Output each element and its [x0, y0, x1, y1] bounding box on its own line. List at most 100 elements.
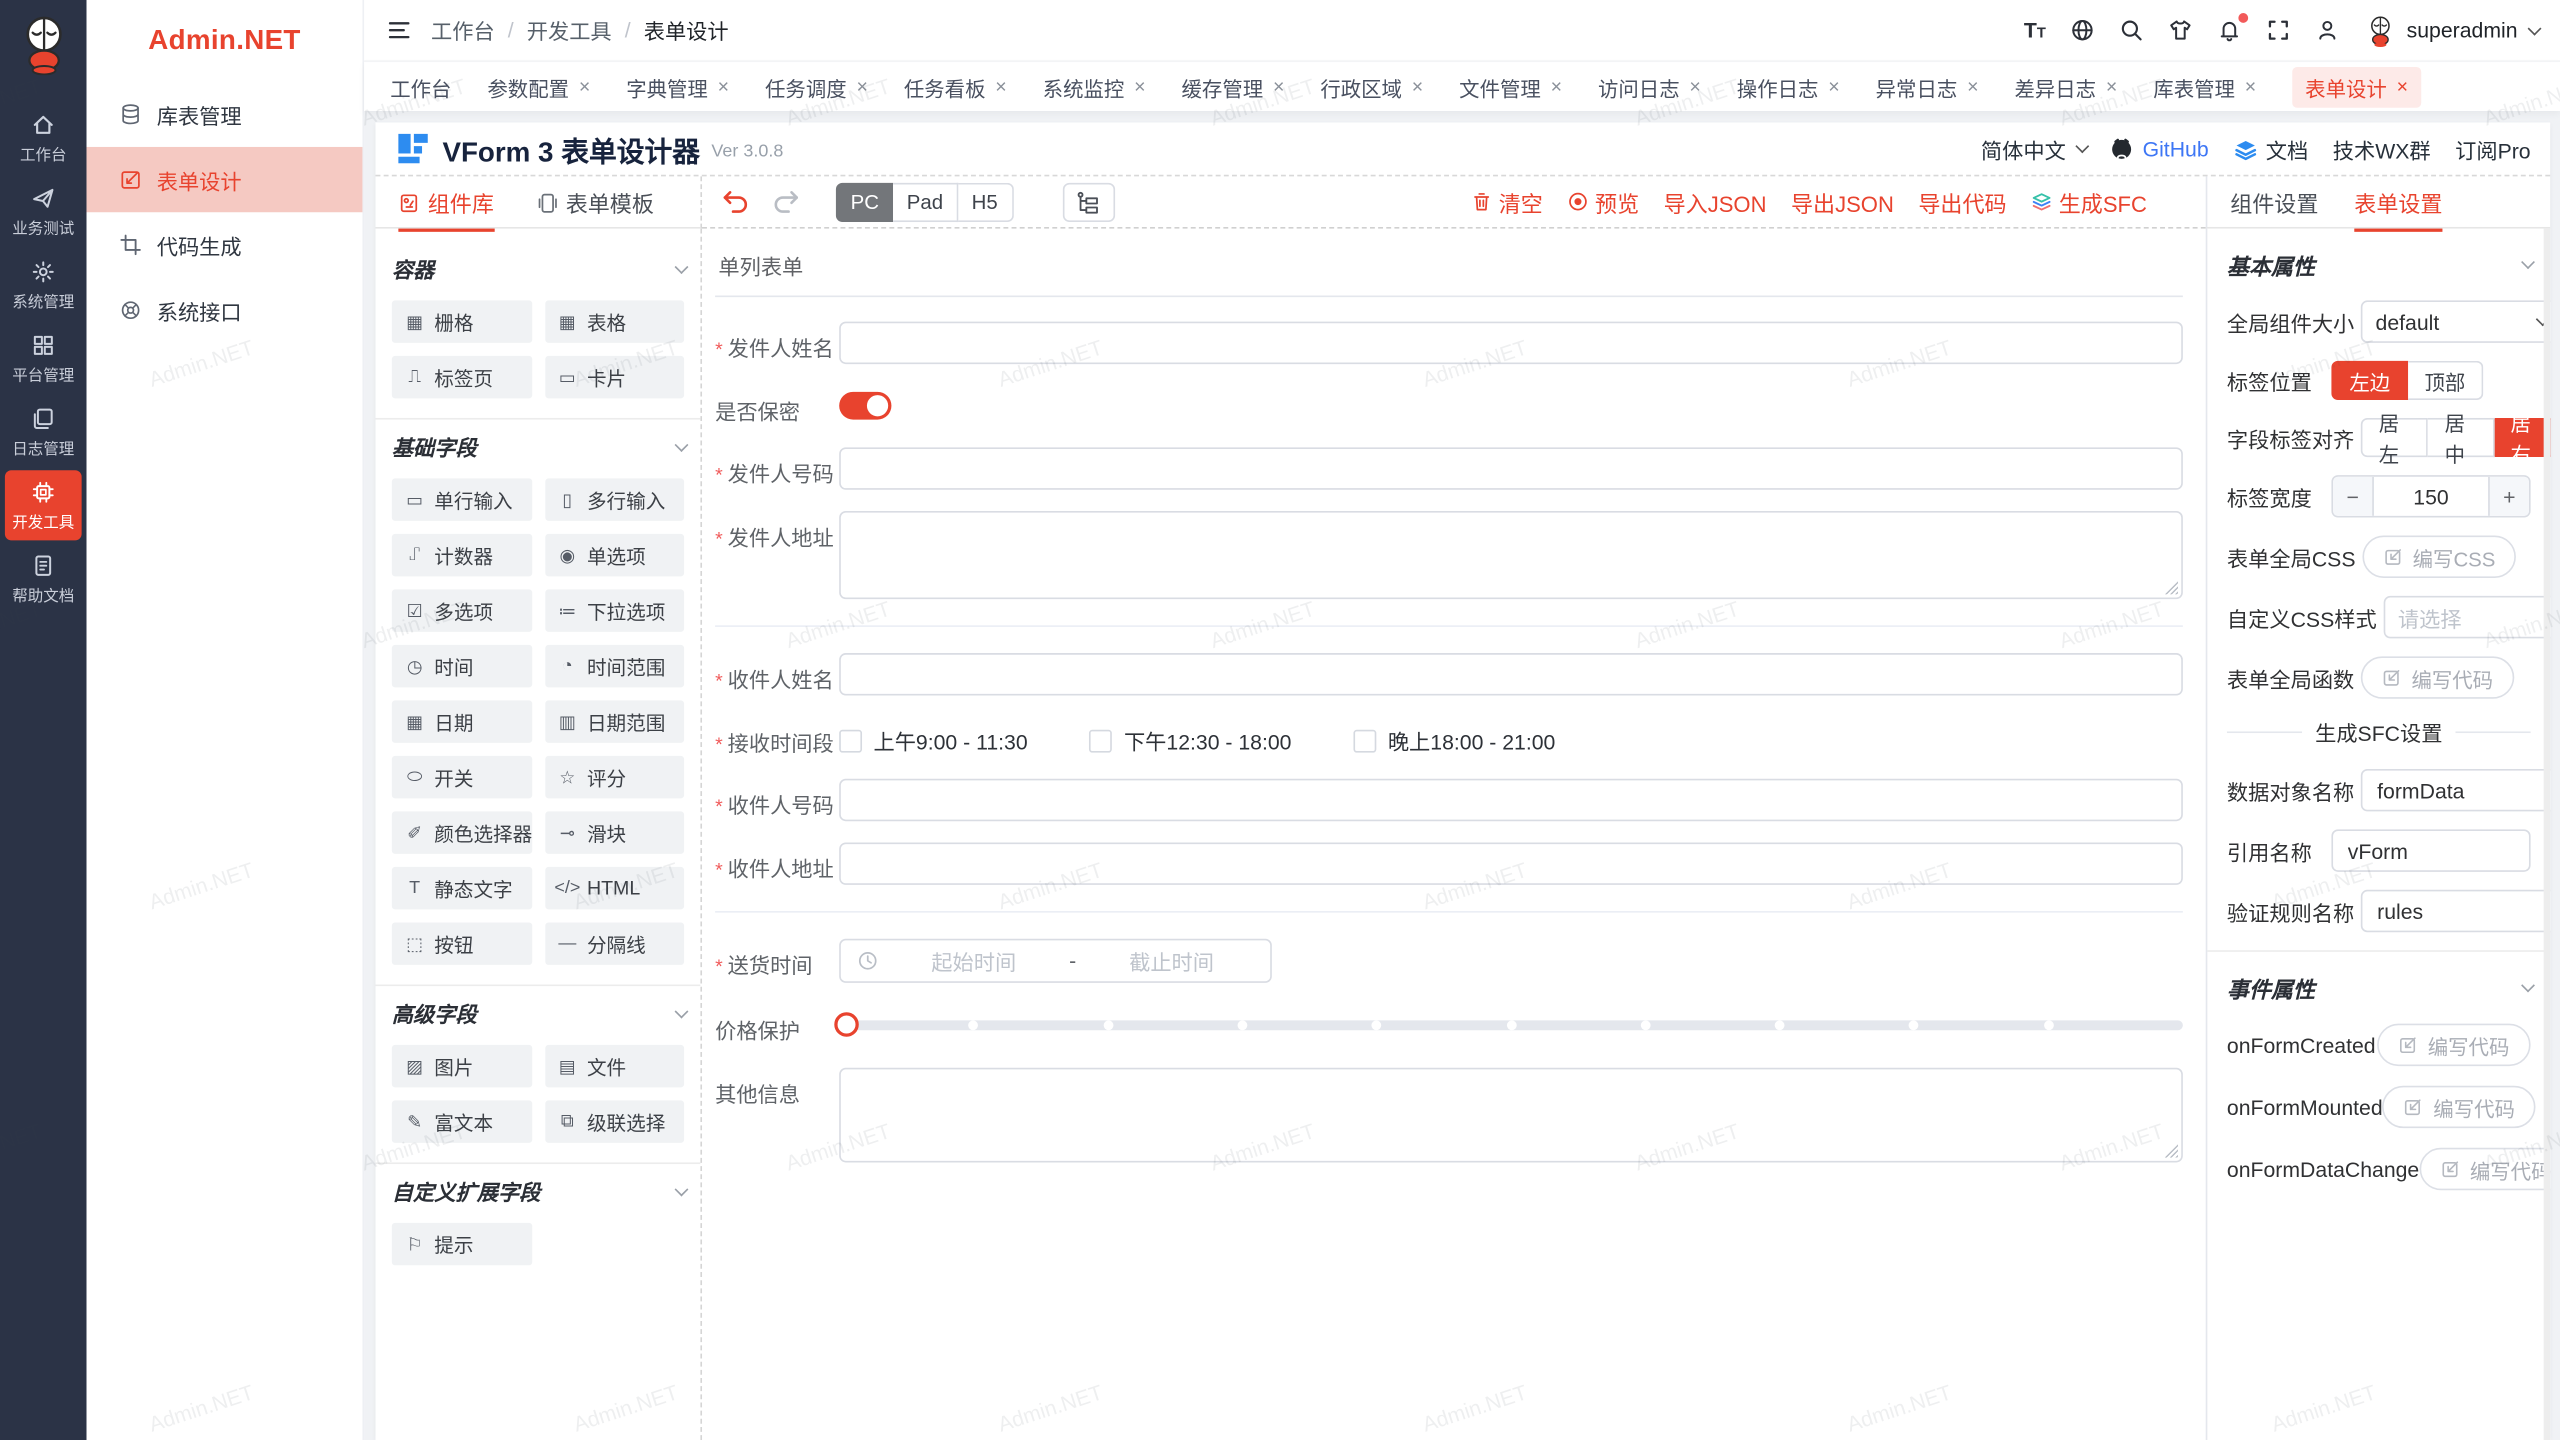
- widget-tabs[interactable]: ⎍标签页: [392, 356, 532, 398]
- close-icon[interactable]: ×: [2106, 75, 2117, 98]
- widget-color[interactable]: ✐颜色选择器: [392, 811, 532, 853]
- close-icon[interactable]: ×: [2245, 75, 2256, 98]
- profile-icon[interactable]: [2315, 18, 2339, 42]
- fullscreen-icon[interactable]: [2266, 18, 2290, 42]
- widget-date[interactable]: ▦日期: [392, 700, 532, 742]
- edit-global-fn-button[interactable]: 编写代码: [2361, 656, 2514, 698]
- widget-cascader[interactable]: ⧉级联选择: [544, 1100, 684, 1142]
- receiver-address-input[interactable]: [839, 842, 2183, 884]
- view-tab[interactable]: 工作台: [390, 71, 451, 102]
- docs-link[interactable]: 文档: [2233, 133, 2308, 164]
- widget-rich-editor[interactable]: ✎富文本: [392, 1100, 532, 1142]
- time-slot-checkbox[interactable]: 下午12:30 - 18:00: [1090, 725, 1292, 756]
- app-logo-mascot[interactable]: [16, 13, 72, 83]
- view-tab[interactable]: 任务调度×: [765, 71, 868, 102]
- secret-toggle[interactable]: [839, 392, 891, 420]
- notification-icon[interactable]: [2217, 18, 2241, 42]
- view-tab[interactable]: 表单设计×: [2292, 66, 2421, 107]
- stepper-minus-button[interactable]: −: [2333, 477, 2374, 516]
- view-tab[interactable]: 系统监控×: [1043, 71, 1146, 102]
- device-h5-button[interactable]: H5: [958, 182, 1014, 221]
- widget-grid[interactable]: ▦栅格: [392, 300, 532, 342]
- widget-textarea[interactable]: ▯多行输入: [544, 478, 684, 520]
- edit-code-button-onFormDataChange[interactable]: 编写代码: [2419, 1148, 2550, 1190]
- tab-widget-settings[interactable]: 组件设置: [2230, 186, 2318, 232]
- receiver-phone-input[interactable]: [839, 779, 2183, 821]
- time-slot-checkbox[interactable]: 上午9:00 - 11:30: [839, 725, 1027, 756]
- close-icon[interactable]: ×: [579, 75, 590, 98]
- action-预览[interactable]: 预览: [1567, 185, 1639, 218]
- view-tab[interactable]: 缓存管理×: [1182, 71, 1285, 102]
- close-icon[interactable]: ×: [1134, 75, 1145, 98]
- slider-knob[interactable]: [834, 1012, 858, 1036]
- widget-section-title[interactable]: 容器: [392, 253, 684, 284]
- checkbox-icon[interactable]: [839, 729, 862, 752]
- field-price-protect[interactable]: 价格保护: [715, 1004, 2183, 1046]
- rail-item-send[interactable]: 业务测试: [5, 176, 82, 246]
- seg-option-顶部[interactable]: 顶部: [2408, 361, 2483, 400]
- sender-name-input[interactable]: [839, 322, 2183, 364]
- breadcrumb-item[interactable]: 表单设计: [644, 15, 729, 46]
- action-导入JSON[interactable]: 导入JSON: [1664, 185, 1767, 218]
- widget-section-title[interactable]: 基础字段: [392, 431, 684, 462]
- action-清空[interactable]: 清空: [1471, 185, 1543, 218]
- rail-item-helpdoc[interactable]: 帮助文档: [5, 544, 82, 614]
- breadcrumb-item[interactable]: 开发工具: [527, 15, 612, 46]
- field-sender-address[interactable]: 发件人地址: [715, 511, 2183, 599]
- field-receiver-name[interactable]: 收件人姓名: [715, 653, 2183, 695]
- edit-code-button-onFormCreated[interactable]: 编写代码: [2377, 1024, 2530, 1066]
- close-icon[interactable]: ×: [1967, 75, 1978, 98]
- field-secret[interactable]: 是否保密: [715, 385, 2183, 426]
- delivery-time-range-picker[interactable]: 起始时间 - 截止时间: [839, 939, 1272, 983]
- rail-item-grid[interactable]: 平台管理: [5, 323, 82, 393]
- device-pad-button[interactable]: Pad: [894, 182, 958, 221]
- checkbox-icon[interactable]: [1090, 729, 1113, 752]
- widget-input[interactable]: ▭单行输入: [392, 478, 532, 520]
- sidebar-item-api[interactable]: 系统接口: [87, 278, 363, 343]
- edit-css-button[interactable]: 编写CSS: [2362, 536, 2517, 578]
- slider-track[interactable]: [839, 1020, 2183, 1030]
- github-link[interactable]: GitHub: [2110, 136, 2209, 160]
- field-delivery-time[interactable]: 送货时间 起始时间 - 截止时间: [715, 939, 2183, 983]
- data-object-name-input[interactable]: [2361, 769, 2550, 811]
- user-menu[interactable]: superadmin: [2364, 14, 2537, 47]
- close-icon[interactable]: ×: [1828, 75, 1839, 98]
- other-info-textarea[interactable]: [839, 1068, 2183, 1163]
- rail-item-gear[interactable]: 系统管理: [5, 250, 82, 320]
- seg-option-居右[interactable]: 居右: [2494, 418, 2550, 457]
- widget-radio[interactable]: ◉单选项: [544, 534, 684, 576]
- widget-time-range[interactable]: ◔时间范围: [544, 645, 684, 687]
- event-props-section[interactable]: 事件属性: [2227, 971, 2531, 1004]
- action-导出JSON[interactable]: 导出JSON: [1791, 185, 1894, 218]
- close-icon[interactable]: ×: [718, 75, 729, 98]
- subscribe-pro-link[interactable]: 订阅Pro: [2455, 133, 2530, 164]
- widget-date-range[interactable]: ▥日期范围: [544, 700, 684, 742]
- collapse-menu-icon[interactable]: [387, 18, 411, 42]
- rail-item-logs[interactable]: 日志管理: [5, 397, 82, 467]
- view-tab[interactable]: 参数配置×: [487, 71, 590, 102]
- widget-section-title[interactable]: 高级字段: [392, 998, 684, 1029]
- sidebar-item-form-edit[interactable]: 表单设计: [87, 147, 363, 212]
- wx-group-link[interactable]: 技术WX群: [2333, 133, 2431, 164]
- sidebar-item-codegen[interactable]: 代码生成: [87, 212, 363, 277]
- breadcrumb[interactable]: 工作台/开发工具/表单设计: [431, 15, 729, 46]
- widget-section-title[interactable]: 自定义扩展字段: [392, 1176, 684, 1207]
- sender-phone-input[interactable]: [839, 447, 2183, 489]
- action-生成SFC[interactable]: 生成SFC: [2031, 185, 2147, 218]
- seg-option-左边[interactable]: 左边: [2331, 361, 2408, 400]
- undo-icon[interactable]: [722, 189, 750, 213]
- outline-tree-button[interactable]: [1062, 182, 1114, 221]
- widget-table[interactable]: ▦表格: [544, 300, 684, 342]
- sender-address-textarea[interactable]: [839, 511, 2183, 599]
- field-sender-phone[interactable]: 发件人号码: [715, 447, 2183, 489]
- search-icon[interactable]: [2119, 18, 2143, 42]
- close-icon[interactable]: ×: [1551, 75, 1562, 98]
- seg-option-居中[interactable]: 居中: [2428, 418, 2494, 457]
- field-sender-name[interactable]: 发件人姓名: [715, 322, 2183, 364]
- custom-css-select[interactable]: 请选择: [2383, 596, 2550, 638]
- label-width-value[interactable]: 150: [2374, 477, 2488, 516]
- rail-item-chip[interactable]: 开发工具: [5, 470, 82, 540]
- ref-name-input[interactable]: [2331, 829, 2530, 871]
- widget-static-text[interactable]: T静态文字: [392, 867, 532, 909]
- widget-switch[interactable]: ⬭开关: [392, 756, 532, 798]
